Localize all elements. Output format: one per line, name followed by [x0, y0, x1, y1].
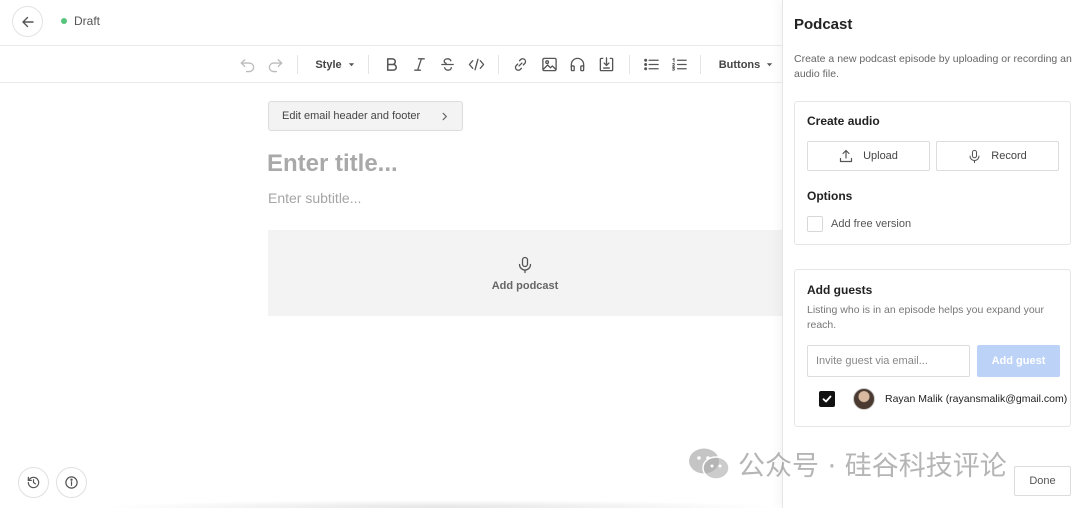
- italic-icon: [413, 58, 425, 71]
- redo-button[interactable]: [264, 46, 286, 83]
- undo-button[interactable]: [236, 46, 258, 83]
- style-dropdown-label: Style: [315, 58, 342, 71]
- strikethrough-button[interactable]: [436, 46, 458, 83]
- chevron-right-icon: [442, 112, 448, 120]
- add-guests-description: Listing who is in an episode helps you e…: [807, 304, 1044, 331]
- image-button[interactable]: [538, 46, 560, 83]
- panel-title: Podcast: [794, 16, 853, 33]
- guest-name: Rayan Malik (rayansmalik@gmail.com): [885, 393, 1068, 405]
- style-dropdown[interactable]: Style: [310, 46, 360, 83]
- code-button[interactable]: [464, 46, 488, 83]
- numbered-list-icon: [671, 57, 687, 71]
- toolbar-divider: [700, 55, 701, 74]
- editor-toolbar: Style Buttons: [0, 46, 782, 83]
- done-button[interactable]: Done: [1014, 466, 1071, 496]
- toolbar-divider: [297, 55, 298, 74]
- edit-header-footer-label: Edit email header and footer: [282, 110, 421, 122]
- add-podcast-block[interactable]: Add podcast: [268, 230, 782, 316]
- code-icon: [468, 58, 484, 71]
- strikethrough-icon: [440, 58, 454, 71]
- status-text: Draft: [74, 14, 101, 28]
- watermark-text: 公众号 · 硅谷科技评论: [738, 451, 1007, 482]
- history-icon: [27, 476, 40, 489]
- upload-label: Upload: [863, 150, 898, 162]
- add-guests-heading: Add guests: [807, 283, 873, 297]
- app: Draft Style Buttons Edit email header an…: [0, 0, 1080, 508]
- microphone-icon: [518, 256, 532, 274]
- invite-guest-input[interactable]: [807, 345, 970, 377]
- bullet-list-button[interactable]: [640, 46, 662, 83]
- bottom-shadow: [100, 500, 780, 508]
- undo-icon: [240, 59, 254, 73]
- create-audio-card: Create audio Upload Record Options Add f…: [794, 101, 1071, 245]
- bullet-list-icon: [643, 58, 659, 71]
- arrow-left-icon: [21, 16, 34, 27]
- podcast-panel: Podcast Create a new podcast episode by …: [782, 0, 1080, 508]
- back-button[interactable]: [12, 6, 43, 37]
- guest-list-item: Rayan Malik (rayansmalik@gmail.com): [819, 388, 1067, 410]
- toolbar-divider: [498, 55, 499, 74]
- audio-button[interactable]: [566, 46, 588, 83]
- caret-down-icon: [767, 63, 773, 67]
- history-button[interactable]: [18, 467, 49, 498]
- headphones-icon: [570, 57, 584, 72]
- free-version-checkbox[interactable]: [807, 216, 823, 232]
- status-indicator: Draft: [61, 14, 100, 28]
- guest-avatar: [853, 388, 875, 410]
- link-button[interactable]: [509, 46, 531, 83]
- bold-button[interactable]: [380, 46, 402, 83]
- add-guest-button[interactable]: Add guest: [977, 345, 1060, 377]
- options-heading: Options: [807, 189, 853, 203]
- embed-icon: [599, 57, 613, 72]
- info-icon: [65, 476, 78, 489]
- caret-down-icon: [348, 63, 354, 67]
- toolbar-divider: [629, 55, 630, 74]
- link-icon: [514, 58, 526, 71]
- buttons-dropdown[interactable]: Buttons: [716, 46, 776, 83]
- toolbar-divider: [368, 55, 369, 74]
- numbered-list-button[interactable]: [668, 46, 690, 83]
- redo-icon: [268, 59, 282, 73]
- embed-button[interactable]: [595, 46, 617, 83]
- add-podcast-label: Add podcast: [491, 280, 559, 292]
- image-icon: [541, 57, 557, 72]
- record-button[interactable]: Record: [936, 141, 1059, 171]
- add-guests-card: Add guests Listing who is in an episode …: [794, 269, 1071, 427]
- upload-button[interactable]: Upload: [807, 141, 930, 171]
- bold-icon: [386, 58, 397, 71]
- microphone-icon: [969, 149, 980, 163]
- buttons-dropdown-label: Buttons: [718, 58, 761, 71]
- italic-button[interactable]: [408, 46, 430, 83]
- top-bar: Draft: [0, 0, 782, 46]
- info-button[interactable]: [56, 467, 87, 498]
- create-audio-heading: Create audio: [807, 114, 880, 128]
- record-label: Record: [991, 150, 1027, 162]
- status-dot: [61, 18, 67, 24]
- wechat-logo-icon: [689, 448, 730, 480]
- panel-description: Create a new podcast episode by uploadin…: [794, 53, 1072, 80]
- check-icon: [822, 395, 832, 403]
- watermark: 公众号 · 硅谷科技评论: [688, 444, 1007, 483]
- title-input[interactable]: Enter title...: [267, 150, 398, 178]
- upload-icon: [839, 149, 853, 163]
- guest-checkbox[interactable]: [819, 391, 835, 407]
- edit-header-footer-button[interactable]: Edit email header and footer: [268, 101, 463, 131]
- subtitle-input[interactable]: Enter subtitle...: [268, 190, 361, 206]
- free-version-label: Add free version: [831, 218, 912, 230]
